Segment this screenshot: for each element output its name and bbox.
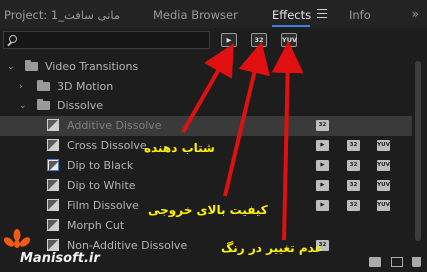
32bit-badge: 32	[347, 160, 360, 171]
vertical-scrollbar[interactable]	[413, 55, 423, 258]
32bit-badge: 32	[347, 200, 360, 211]
tree-folder-label: 3D Motion	[57, 80, 114, 93]
search-box[interactable]	[3, 31, 210, 49]
folder-icon	[37, 99, 50, 110]
collapse-chevron-icon[interactable]: ⌄	[19, 101, 27, 111]
collapse-chevron-icon[interactable]: ⌄	[7, 62, 15, 72]
transition-effect-icon	[47, 119, 59, 131]
overflow-chevron-icon[interactable]: »	[412, 7, 419, 21]
transition-effect-icon	[47, 219, 59, 231]
effect-label: Dip to Black	[67, 159, 134, 172]
tree-folder-dissolve[interactable]: ⌄ Dissolve	[0, 96, 412, 116]
annotation-no-color-change: عدم تغییر در رنگ	[221, 241, 323, 255]
yuv-badge: YUV	[377, 140, 390, 151]
effect-label: Dip to White	[67, 179, 136, 192]
effect-item-dip-to-black[interactable]: Dip to Black ▶ 32 YUV	[0, 156, 412, 176]
brand-watermark: Manisoft.ir	[20, 251, 100, 266]
yuv-badge: YUV	[377, 180, 390, 191]
new-bin-icon[interactable]	[369, 257, 381, 267]
scrollbar-thumb[interactable]	[415, 61, 421, 241]
annotation-high-quality: کیفیت بالای خروجی	[148, 203, 268, 217]
accelerated-effects-filter-button[interactable]: ▶	[221, 33, 237, 47]
tab-media-browser[interactable]: Media Browser	[153, 8, 238, 22]
trash-icon[interactable]	[412, 257, 421, 267]
yuv-badge: YUV	[377, 160, 390, 171]
yuv-effects-filter-button[interactable]: YUV	[281, 33, 297, 47]
transition-effect-icon	[47, 159, 59, 171]
32bit-badge: 32	[316, 120, 329, 131]
effect-item-morph-cut[interactable]: Morph Cut	[0, 216, 412, 236]
transition-effect-icon	[47, 239, 59, 251]
effects-tree: ⌄ Video Transitions › 3D Motion ⌄ Dissol…	[0, 55, 412, 258]
accelerated-badge: ▶	[316, 140, 329, 151]
transition-effect-icon	[47, 179, 59, 191]
transition-effect-icon	[47, 199, 59, 211]
folder-icon	[37, 80, 50, 91]
effects-toolbar: ▶ 32 YUV	[0, 28, 427, 54]
new-item-icon[interactable]	[391, 257, 403, 267]
accelerated-badge: ▶	[316, 200, 329, 211]
tree-folder-video-transitions[interactable]: ⌄ Video Transitions	[0, 57, 412, 77]
tree-folder-label: Dissolve	[57, 99, 104, 112]
accelerated-badge: ▶	[316, 180, 329, 191]
panel-tab-bar: Project: 1_مانی سافت Media Browser Effec…	[0, 0, 427, 28]
panel-menu-icon[interactable]	[317, 9, 327, 18]
tab-project[interactable]: Project: 1_مانی سافت	[4, 8, 120, 22]
effect-label: Morph Cut	[67, 219, 125, 232]
folder-icon	[25, 60, 38, 71]
transition-effect-icon	[47, 139, 59, 151]
tab-effects[interactable]: Effects	[272, 8, 311, 22]
accelerated-badge: ▶	[316, 160, 329, 171]
32bit-badge: 32	[347, 180, 360, 191]
search-icon	[9, 35, 17, 43]
32bit-badge: 32	[347, 140, 360, 151]
32bit-effects-filter-button[interactable]: 32	[251, 33, 267, 47]
tree-folder-label: Video Transitions	[45, 60, 139, 73]
annotation-accelerated: شتاب دهنده	[144, 141, 215, 155]
search-input[interactable]	[20, 33, 205, 47]
effect-item-dip-to-white[interactable]: Dip to White ▶ 32 YUV	[0, 176, 412, 196]
expand-chevron-icon[interactable]: ›	[19, 82, 23, 92]
effect-label: Cross Dissolve	[67, 139, 147, 152]
tree-folder-3d-motion[interactable]: › 3D Motion	[0, 77, 412, 97]
active-tab-indicator	[272, 25, 310, 27]
effect-label: Film Dissolve	[67, 199, 139, 212]
yuv-badge: YUV	[377, 200, 390, 211]
effect-item-additive-dissolve[interactable]: Additive Dissolve 32	[0, 116, 412, 136]
effect-label: Additive Dissolve	[67, 119, 162, 132]
tab-info[interactable]: Info	[349, 8, 371, 22]
